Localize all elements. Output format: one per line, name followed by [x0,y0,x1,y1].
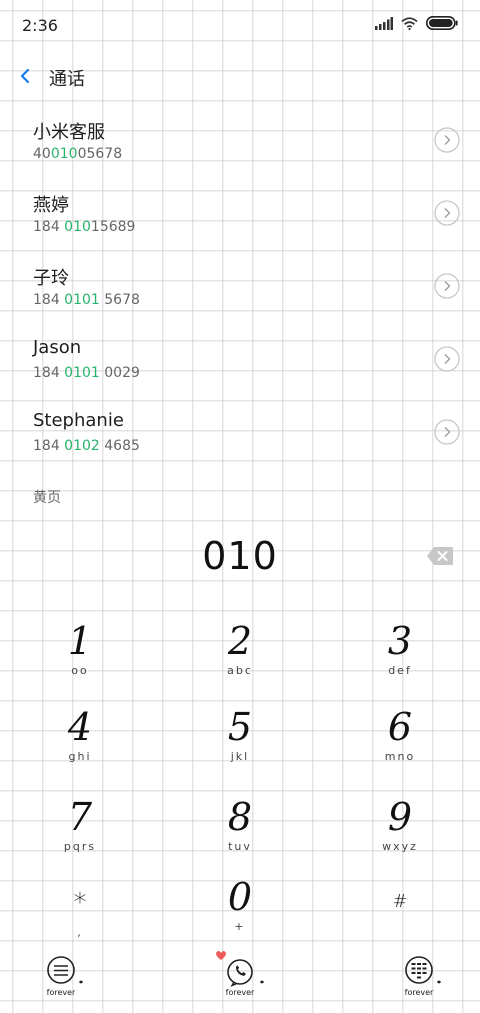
detail-arrow-icon[interactable] [434,127,460,153]
bottom-bar: forever forever forever [0,948,480,1008]
dialed-number: 010 [202,534,278,578]
key-2[interactable]: 2 abc [160,620,320,706]
status-icons [375,16,458,30]
keypad-caption: forever [404,988,434,997]
call-button[interactable]: forever [208,948,272,1004]
key-digit: # [392,891,408,912]
header: 通话 [0,52,480,100]
key-letters: wxyz [382,840,418,853]
contact-row[interactable]: Stephanie 184 0102 4685 [0,400,480,473]
match-highlight: 0101 [64,292,100,308]
battery-icon [426,16,458,30]
contact-name: 小米客服 [33,122,105,143]
keypad-grid-icon [405,956,441,984]
key-digit: 3 [387,619,413,663]
contact-name: Jason [33,337,82,358]
key-digit: 8 [227,795,253,839]
key-digit: 2 [227,619,253,663]
key-letters: pqrs [63,840,97,853]
heart-phone-icon [216,951,264,987]
key-letters: jkl [230,750,250,763]
key-digit: 7 [67,795,93,839]
key-3[interactable]: 3 def [320,620,480,706]
voicemail-icon: oo [71,664,89,677]
key-1[interactable]: 1 oo [0,620,160,706]
status-bar: 2:36 [0,0,480,52]
key-letters: abc [227,664,253,677]
detail-arrow-icon[interactable] [434,419,460,445]
key-8[interactable]: 8 tuv [160,796,320,882]
key-letters: + [234,920,246,933]
contact-name: 燕婷 [33,195,69,216]
keypad-toggle-button[interactable]: forever [387,948,451,1004]
key-4[interactable]: 4 ghi [0,706,160,792]
contact-row[interactable]: 燕婷 184 01015689 [0,181,480,254]
back-button[interactable] [14,62,40,90]
page-title: 通话 [49,69,85,90]
contact-list: 小米客服 4001005678 燕婷 184 01015689 子玲 184 0… [0,108,480,473]
yellow-pages-link[interactable]: 黄页 [33,487,61,507]
contact-row[interactable]: Jason 184 0101 0029 [0,327,480,400]
status-time: 2:36 [22,16,58,35]
key-digit: 4 [67,705,93,749]
chevron-left-icon [20,68,30,84]
match-highlight: 010 [50,146,78,162]
key-digit: 6 [387,705,413,749]
contact-row[interactable]: 子玲 184 0101 5678 [0,254,480,327]
call-caption: forever [225,988,255,997]
match-highlight: 010 [64,219,91,235]
contact-number: 184 0101 0029 [33,365,140,381]
contact-number: 184 01015689 [33,219,136,235]
detail-arrow-icon[interactable] [434,346,460,372]
menu-icon [47,956,83,984]
detail-arrow-icon[interactable] [434,200,460,226]
contact-name: 子玲 [33,268,69,289]
key-letters: def [388,664,412,677]
detail-arrow-icon[interactable] [434,273,460,299]
key-letters: , [77,926,83,939]
match-highlight: 0102 [64,438,100,454]
key-letters: mno [384,750,416,763]
key-digit: * [73,888,87,918]
menu-caption: forever [46,988,76,997]
wifi-icon [401,16,418,30]
dial-display: 010 [0,530,480,586]
key-letters: tuv [228,840,252,853]
match-highlight: 0101 [64,365,100,381]
key-5[interactable]: 5 jkl [160,706,320,792]
key-digit: 9 [387,795,413,839]
contact-name: Stephanie [33,410,124,431]
key-letters: ghi [68,750,92,763]
contact-number: 184 0102 4685 [33,438,140,454]
key-6[interactable]: 6 mno [320,706,480,792]
key-digit: 5 [227,705,253,749]
contact-number: 184 0101 5678 [33,292,140,308]
contact-row[interactable]: 小米客服 4001005678 [0,108,480,181]
key-9[interactable]: 9 wxyz [320,796,480,882]
contact-number: 4001005678 [33,146,123,162]
key-digit: 1 [67,619,93,663]
signal-icon [375,16,393,30]
key-7[interactable]: 7 pqrs [0,796,160,882]
menu-button[interactable]: forever [29,948,93,1004]
key-digit: 0 [227,875,253,919]
backspace-icon[interactable] [426,546,454,566]
